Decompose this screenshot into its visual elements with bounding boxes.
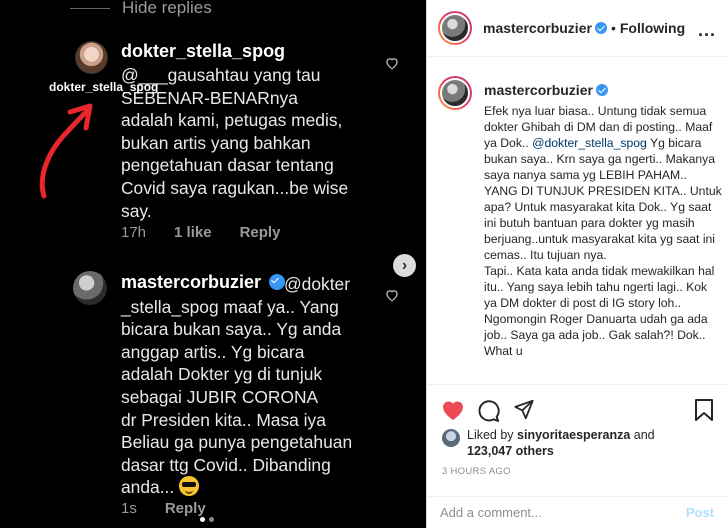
hide-replies-label: Hide replies — [122, 0, 212, 17]
replies-divider — [70, 7, 110, 9]
caption-username-text: mastercorbuzier — [484, 82, 593, 98]
liked-by-user-link[interactable]: sinyoritaesperanza — [517, 428, 630, 442]
annotation-arrow-icon — [39, 103, 93, 199]
more-options-icon[interactable]: ... — [698, 20, 716, 41]
comment-meta: 1s Reply — [121, 500, 206, 517]
likes-text: Liked by sinyoritaesperanza and 123,047 … — [467, 427, 655, 459]
heart-outline-icon[interactable] — [384, 288, 400, 302]
verified-badge-icon — [595, 84, 608, 96]
post-sidebar: mastercorbuzier • Following ... masterco… — [426, 0, 726, 528]
likes-prefix: Liked by — [467, 428, 514, 442]
comment-text: @___gausahtau yang tau SEBENAR-BENARnya … — [121, 65, 349, 221]
comment-likes[interactable]: 1 like — [174, 224, 212, 241]
carousel-dot — [209, 517, 214, 522]
comment-text: @dokter _stella_spog maaf ya.. Yang bica… — [121, 273, 396, 499]
comment-username[interactable]: dokter_stella_spog — [121, 41, 285, 62]
avatar[interactable] — [438, 11, 472, 45]
caption-area[interactable]: mastercorbuzier Efek nya luar biasa.. Un… — [427, 72, 726, 384]
action-bar — [427, 384, 726, 430]
likes-count-link[interactable]: 123,047 others — [467, 444, 554, 458]
hide-replies-button[interactable]: Hide replies — [70, 0, 212, 18]
heart-filled-icon[interactable] — [441, 399, 465, 421]
caption-text: Yg bicara bukan saya.. Krn saya ga ngert… — [484, 136, 722, 262]
comment-text-content: @dokter _stella_spog maaf ya.. Yang bica… — [121, 274, 353, 498]
header-username-text: mastercorbuzier — [483, 20, 592, 36]
heart-outline-icon[interactable] — [384, 56, 400, 70]
header-separator: • — [610, 20, 616, 36]
comment-meta: 17h 1 like Reply — [121, 224, 280, 241]
avatar[interactable] — [73, 271, 107, 305]
post-timestamp[interactable]: 3 HOURS AGO — [442, 466, 511, 477]
avatar[interactable] — [438, 76, 472, 110]
caption: mastercorbuzier Efek nya luar biasa.. Un… — [484, 82, 722, 359]
avatar — [442, 429, 460, 447]
sunglasses-emoji-icon — [179, 476, 200, 497]
post-media: Hide replies dokter_stella_spog dokter_s… — [0, 0, 426, 528]
verified-badge-icon — [594, 22, 607, 34]
likes-and: and — [633, 428, 655, 442]
carousel-dot — [200, 517, 205, 522]
share-icon[interactable] — [513, 399, 535, 420]
likes-summary[interactable]: Liked by sinyoritaesperanza and 123,047 … — [442, 427, 655, 459]
next-slide-button[interactable]: › — [393, 254, 416, 277]
comment-input-bar: Add a comment... Post — [427, 496, 726, 528]
post-header: mastercorbuzier • Following ... — [427, 0, 726, 57]
post-button[interactable]: Post — [686, 505, 714, 520]
caption-username[interactable]: mastercorbuzier — [484, 82, 608, 98]
bookmark-icon[interactable] — [695, 399, 713, 421]
reply-button[interactable]: Reply — [165, 500, 206, 517]
comment-input[interactable]: Add a comment... — [440, 505, 542, 520]
avatar[interactable] — [75, 41, 108, 74]
comment-icon[interactable] — [477, 399, 500, 422]
caption-mention-link[interactable]: @dokter_stella_spog — [532, 136, 647, 150]
comment-time: 17h — [121, 224, 147, 241]
comment-time: 1s — [121, 500, 137, 517]
following-button[interactable]: Following — [620, 20, 685, 36]
chevron-right-icon: › — [401, 256, 408, 274]
carousel-dots — [200, 517, 214, 522]
header-username[interactable]: mastercorbuzier — [483, 20, 607, 36]
reply-button[interactable]: Reply — [240, 224, 281, 241]
caption-text: Tapi.. Kata kata anda tidak mewakilkan h… — [484, 264, 715, 358]
